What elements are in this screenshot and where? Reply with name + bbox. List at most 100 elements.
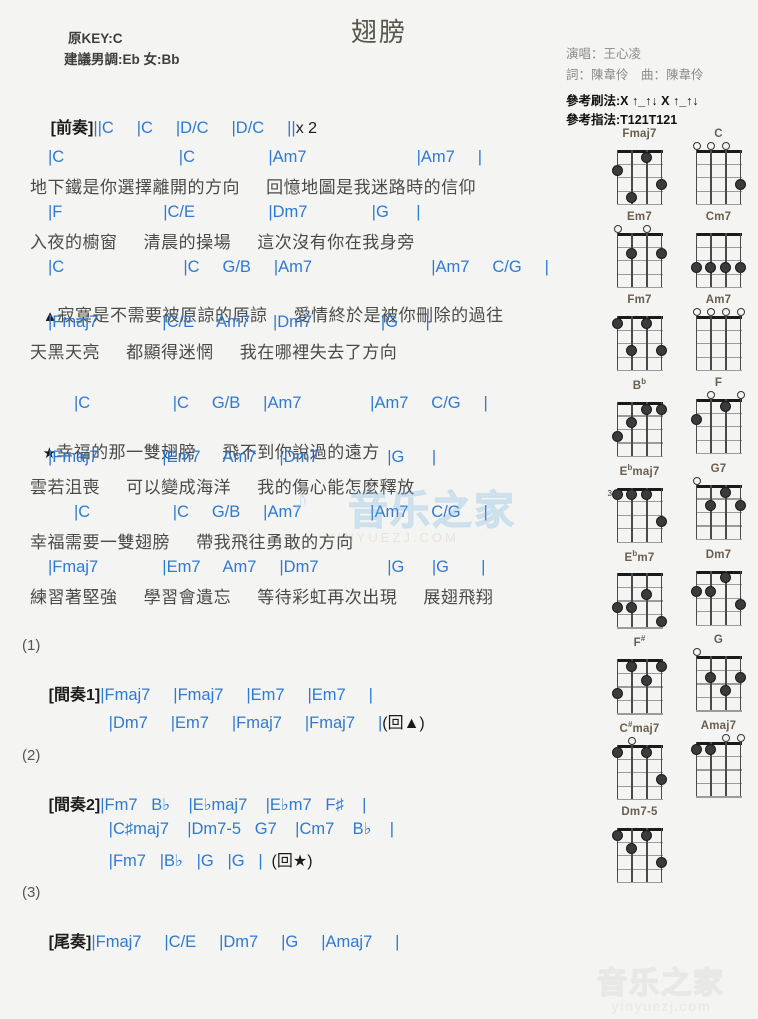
fret-line <box>695 163 742 165</box>
string-line <box>725 316 727 370</box>
nut-line <box>695 484 742 488</box>
fret-line <box>616 841 663 843</box>
fret-line <box>616 273 663 275</box>
fret-line <box>616 528 663 530</box>
chord-diagram-f-: F# <box>603 634 677 715</box>
finger-dot <box>720 486 732 498</box>
nut-line <box>616 401 663 405</box>
fret-line <box>695 796 742 798</box>
chord-diagram-fm7: Fm7 <box>603 294 677 372</box>
finger-dot <box>641 829 653 841</box>
string-line <box>740 399 742 453</box>
verse1-line4-lyrics: 天黑天亮 都顯得迷惘 我在哪裡失去了方向 <box>30 343 398 362</box>
chorus-line3-lyrics: 幸福需要一雙翅膀 帶我飛往勇敢的方向 <box>30 533 354 552</box>
finger-dot <box>690 261 702 273</box>
fret-line <box>616 442 663 444</box>
nut-line <box>695 399 742 402</box>
chord-diagram-row: F# G <box>600 634 758 715</box>
fret-line <box>695 412 742 414</box>
string-line <box>631 316 633 370</box>
string-line <box>646 573 648 628</box>
open-string-circle-icon <box>692 308 701 316</box>
string-line <box>725 656 727 711</box>
chord-diagram-name: F <box>714 377 723 389</box>
finger-dot <box>656 178 668 190</box>
fret-line <box>616 758 663 760</box>
finger-dot <box>735 500 747 512</box>
chorus-line2-lyrics: 雲若沮喪 可以變成海洋 我的傷心能怎麼釋放 <box>30 478 415 497</box>
fret-line <box>695 611 742 613</box>
open-string-markers <box>617 307 663 316</box>
fret-line <box>616 204 663 206</box>
string-line <box>616 573 618 628</box>
verse1-line2-chords: |F |C/E |Dm7 |G | <box>48 203 421 221</box>
fret-line <box>616 600 663 602</box>
chord-diagram-dm7: Dm7 <box>682 549 756 628</box>
nut-line <box>695 742 742 746</box>
string-line <box>710 570 712 625</box>
open-string-circle-icon <box>707 391 716 399</box>
fret-line <box>695 356 742 358</box>
interlude2b-chord-5: B♭ <box>352 820 372 838</box>
intro-chords: ||C |C |D/C |D/C || <box>93 119 296 137</box>
finger-dot <box>641 317 653 329</box>
nut-line <box>616 573 663 577</box>
chord-diagram-row: C#maj7 Amaj7 <box>600 720 758 801</box>
chord-diagram-row: Fm7 Am7 <box>600 294 758 372</box>
string-line <box>740 233 742 287</box>
finger-dot <box>735 178 747 190</box>
fret-line <box>695 273 742 275</box>
string-line <box>631 573 633 628</box>
fret-line <box>616 428 663 431</box>
fret-line <box>695 177 742 179</box>
open-string-circle-icon <box>737 734 746 743</box>
open-string-circle-icon <box>628 737 637 746</box>
fret-line <box>695 755 742 758</box>
chord-diagram-name: C <box>714 128 723 140</box>
interlude1-line2: |Dm7 |Em7 |Fmaj7 |Fmaj7 |(回▲) <box>82 691 425 751</box>
interlude1-chords-2: |Dm7 |Em7 |Fmaj7 |Fmaj7 | <box>108 714 383 732</box>
open-string-markers <box>613 224 663 233</box>
fret-line <box>616 586 663 589</box>
finger-dot <box>656 773 668 785</box>
finger-dot <box>626 843 638 855</box>
intro-label: [前奏] <box>50 120 94 137</box>
fretboard-grid <box>690 399 742 455</box>
fret-line <box>616 163 663 165</box>
fretboard-grid <box>695 150 747 206</box>
chord-diagram-f: F <box>682 377 756 456</box>
fret-line <box>695 584 742 586</box>
fretboard-grid <box>690 742 742 798</box>
string-line <box>661 233 663 287</box>
string-line <box>740 316 742 370</box>
chord-diagram-row: Em7 Cm7 <box>600 211 758 289</box>
chorus-line2-chords: |Fmaj7 |Em7 Am7 |Dm7 |G | <box>48 448 437 466</box>
fretboard-grid <box>611 150 668 206</box>
open-string-markers <box>692 476 742 485</box>
chord-diagram-c-maj7: C#maj7 <box>603 720 677 801</box>
string-line <box>646 659 648 714</box>
chord-diagram-name: G <box>713 634 724 647</box>
fret-line <box>616 627 663 629</box>
fretboard-grid <box>611 659 668 715</box>
nut-line <box>616 487 663 491</box>
finger-dot <box>641 403 653 415</box>
string-line <box>661 150 663 204</box>
chord-diagram-name: Amaj7 <box>700 720 737 733</box>
string-line <box>631 401 633 456</box>
finger-dot <box>656 344 668 356</box>
finger-dot <box>690 744 702 756</box>
fretboard-grid <box>611 401 668 458</box>
fret-line <box>695 329 742 331</box>
fret-line <box>695 260 742 262</box>
chord-diagram-fmaj7: Fmaj7 <box>603 128 677 206</box>
fret-line <box>616 260 663 262</box>
fretboard-grid <box>695 484 747 541</box>
fretboard-grid <box>611 316 668 372</box>
string-line <box>740 150 742 204</box>
chorus-line4-lyrics: 練習著堅強 學習會遺忘 等待彩虹再次出現 展翅飛翔 <box>30 588 494 607</box>
finger-dot <box>611 746 623 758</box>
fret-line <box>695 287 742 289</box>
nut-line <box>616 828 663 832</box>
fretboard-grid: 3 <box>608 487 668 543</box>
